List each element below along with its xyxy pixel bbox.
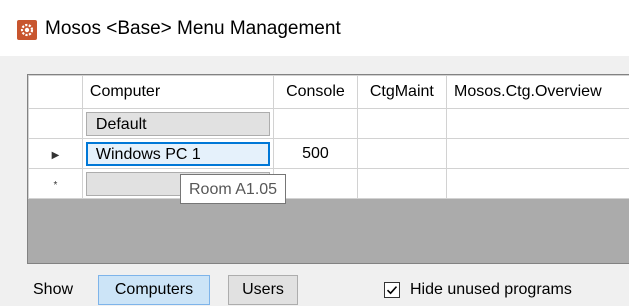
computer-button-default[interactable]: Default (85, 111, 271, 136)
checkmark-icon (386, 286, 398, 295)
header-row: Computer Console CtgMaint Mosos.Ctg.Over… (28, 75, 629, 109)
column-header-mosos-ctg-overview[interactable]: Mosos.Ctg.Overview (446, 75, 629, 109)
cell-ctgmaint[interactable] (356, 168, 448, 199)
cell-overview[interactable] (446, 138, 629, 169)
cell-console[interactable] (273, 168, 358, 199)
show-label: Show (33, 281, 74, 298)
cell-console[interactable] (273, 108, 358, 139)
cell-ctgmaint[interactable] (356, 138, 448, 169)
menu-table: Computer Console CtgMaint Mosos.Ctg.Over… (28, 75, 629, 199)
hide-unused-checkbox[interactable] (384, 282, 400, 298)
menu-management-window: Mosos <Base> Menu Management Computer Co… (0, 0, 629, 306)
cell-overview[interactable] (446, 168, 629, 199)
main-content: Computer Console CtgMaint Mosos.Ctg.Over… (0, 56, 629, 306)
settings-gear-icon (17, 20, 37, 40)
computer-button-windows-pc-1[interactable]: Windows PC 1 (85, 141, 271, 166)
computer-tooltip: Room A1.05 (180, 174, 287, 204)
users-button[interactable]: Users (228, 275, 298, 305)
table-row: ▶ Windows PC 1 500 (28, 138, 629, 169)
computers-button[interactable]: Computers (98, 275, 210, 305)
row-header[interactable] (28, 108, 83, 139)
title-bar: Mosos <Base> Menu Management (0, 0, 629, 56)
table-row: Default (28, 108, 629, 139)
menu-grid[interactable]: Computer Console CtgMaint Mosos.Ctg.Over… (27, 74, 629, 264)
column-header-computer[interactable]: Computer (81, 75, 275, 109)
bottom-toolbar: Show Computers Users Hide unused program… (0, 272, 629, 306)
cell-overview[interactable] (446, 108, 629, 139)
row-header[interactable]: * (28, 168, 83, 199)
column-header-ctgmaint[interactable]: CtgMaint (356, 75, 448, 109)
column-header-console[interactable]: Console (273, 75, 358, 109)
window-title: Mosos <Base> Menu Management (45, 18, 341, 39)
current-row-arrow-icon: ▶ (51, 149, 60, 161)
cell-console[interactable]: 500 (273, 138, 358, 169)
cell-computer: Default (81, 108, 275, 139)
cell-computer: Windows PC 1 (81, 138, 275, 169)
cell-ctgmaint[interactable] (356, 108, 448, 139)
new-row-asterisk-icon: * (53, 179, 58, 191)
row-header[interactable]: ▶ (28, 138, 83, 169)
corner-header (28, 75, 83, 109)
table-row-new: * (28, 168, 629, 199)
hide-unused-label[interactable]: Hide unused programs (410, 281, 572, 299)
